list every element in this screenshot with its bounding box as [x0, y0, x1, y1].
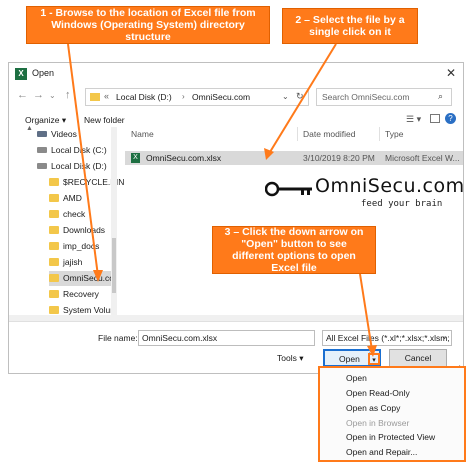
sidebar-item-label: Local Disk (C:) [51, 145, 107, 155]
navigation-pane: Videos Local Disk (C:) Local Disk (D:) $… [9, 127, 124, 320]
menu-item-open-protected-view[interactable]: Open in Protected View [346, 432, 435, 442]
help-icon[interactable]: ? [445, 113, 456, 124]
sidebar-item-check[interactable]: check [49, 207, 151, 222]
callout-select: 2 – Select the file by a single click on… [282, 8, 418, 44]
video-icon [37, 131, 47, 137]
logo-name: OmniSecu.com [315, 175, 465, 197]
menu-item-open-and-repair[interactable]: Open and Repair... [346, 447, 417, 457]
sidebar-item-label: OmniSecu.com [63, 273, 111, 283]
column-header-type[interactable]: Type [385, 129, 403, 139]
menu-item-open[interactable]: Open [346, 373, 367, 383]
sidebar-item-recycle-bin[interactable]: $RECYCLE.BIN [49, 175, 151, 190]
logo-tagline: feed your brain [361, 199, 443, 209]
menu-item-open-in-browser[interactable]: Open in Browser [346, 418, 409, 428]
sidebar-item-label: Videos [51, 129, 77, 139]
sidebar-item-videos[interactable]: Videos [37, 127, 139, 142]
folder-icon [49, 226, 59, 234]
sidebar-item-label: check [63, 209, 86, 219]
file-type-filter-value: All Excel Files (*.xl*;*.xlsx;*.xlsm; [326, 333, 450, 343]
dialog-title: Open [32, 68, 55, 78]
sidebar-item-imp-docs[interactable]: imp_docs [49, 239, 151, 254]
open-dialog: X Open ✕ ← → ⌄ ↑ « Local Disk (D:) › Omn… [8, 62, 464, 374]
open-button-label: Open [339, 354, 360, 364]
sidebar-item-local-disk-c[interactable]: Local Disk (C:) [37, 143, 139, 158]
menu-item-open-as-copy[interactable]: Open as Copy [346, 403, 400, 413]
folder-icon [49, 210, 59, 218]
sidebar-item-label: Downloads [63, 225, 106, 235]
table-row[interactable]: X OmniSecu.com.xlsx 3/10/2019 8:20 PM Mi… [125, 151, 463, 165]
drive-icon [37, 147, 47, 153]
file-date: 3/10/2019 8:20 PM [303, 153, 375, 163]
folder-icon [49, 306, 59, 314]
refresh-icon[interactable]: ↻ [296, 91, 304, 102]
dropdown-arrow-icon[interactable]: ⌄ [282, 92, 289, 101]
callout-browse: 1 - Browse to the location of Excel file… [26, 6, 270, 44]
open-options-menu: Open Open Read-Only Open as Copy Open in… [318, 366, 466, 462]
address-prefix: « [104, 91, 110, 101]
divider [9, 321, 463, 322]
title-bar: X Open ✕ [9, 63, 463, 85]
callout-select-text: 2 – Select the file by a single click on… [295, 14, 405, 38]
search-input[interactable]: Search OmniSecu.com ⌕ [316, 88, 452, 106]
file-name-input[interactable]: OmniSecu.com.xlsx [138, 330, 315, 346]
column-divider [297, 127, 298, 141]
chevron-down-icon[interactable]: ⌄ [49, 91, 56, 100]
folder-icon [49, 258, 59, 266]
folder-icon [49, 194, 59, 202]
file-name: OmniSecu.com.xlsx [146, 153, 222, 163]
breadcrumb-omnisecu[interactable]: OmniSecu.com [192, 92, 250, 102]
preview-pane-icon[interactable] [430, 114, 440, 123]
sidebar-scrollbar-thumb[interactable] [112, 238, 116, 293]
file-name-value: OmniSecu.com.xlsx [142, 333, 218, 343]
sidebar-item-label: AMD [63, 193, 82, 203]
excel-file-icon: X [131, 153, 140, 163]
folder-icon [49, 274, 59, 282]
folder-icon [49, 178, 59, 186]
column-header-date[interactable]: Date modified [303, 129, 355, 139]
address-bar[interactable]: « Local Disk (D:) › OmniSecu.com ⌄ ↻ [85, 88, 309, 106]
folder-icon [49, 242, 59, 250]
breadcrumb-separator: › [182, 92, 185, 101]
callout-browse-text: 1 - Browse to the location of Excel file… [40, 7, 256, 43]
sidebar-item-label: Local Disk (D:) [51, 161, 107, 171]
cancel-button[interactable]: Cancel [389, 349, 447, 367]
sidebar-item-amd[interactable]: AMD [49, 191, 151, 206]
up-arrow-icon[interactable]: ↑ [65, 89, 71, 101]
tools-button[interactable]: Tools ▾ [277, 353, 303, 364]
sidebar-item-label: jajish [63, 257, 83, 267]
file-type-filter[interactable]: All Excel Files (*.xl*;*.xlsx;*.xlsm; [322, 330, 452, 346]
search-placeholder: Search OmniSecu.com [322, 92, 410, 102]
forward-arrow-icon[interactable]: → [33, 89, 44, 101]
sidebar-item-downloads[interactable]: Downloads [49, 223, 151, 238]
open-dropdown-arrow[interactable]: ▾ [368, 353, 380, 365]
sidebar-item-recovery[interactable]: Recovery [49, 287, 151, 302]
folder-icon [90, 93, 100, 101]
file-type: Microsoft Excel W... [385, 153, 460, 163]
file-name-label: File name: [98, 333, 138, 343]
sidebar-item-label: System Volume [63, 305, 111, 315]
filter-dropdown-icon[interactable]: ⌄ [441, 332, 448, 341]
excel-icon: X [15, 68, 27, 80]
close-icon[interactable]: ✕ [446, 66, 456, 80]
view-options-icon[interactable]: ☰ ▾ [406, 114, 421, 125]
sidebar-item-jajish[interactable]: jajish [49, 255, 151, 270]
column-header-name[interactable]: Name [131, 129, 154, 139]
cancel-button-label: Cancel [404, 353, 432, 363]
breadcrumb-local-disk-d[interactable]: Local Disk (D:) [116, 92, 172, 102]
callout-dropdown: 3 – Click the down arrow on "Open" butto… [212, 226, 376, 274]
sidebar-item-local-disk-d[interactable]: Local Disk (D:) [37, 159, 139, 174]
drive-icon [37, 163, 47, 169]
new-folder-button[interactable]: New folder [84, 115, 125, 125]
callout-dropdown-text: 3 – Click the down arrow on "Open" butto… [224, 226, 364, 274]
omnisecu-logo: OmniSecu.com feed your brain [265, 175, 464, 211]
sidebar-item-label: Recovery [63, 289, 99, 299]
back-arrow-icon[interactable]: ← [17, 89, 28, 101]
menu-item-open-read-only[interactable]: Open Read-Only [346, 388, 410, 398]
search-icon[interactable]: ⌕ [438, 91, 443, 102]
sidebar-item-label: imp_docs [63, 241, 100, 251]
key-icon [265, 181, 312, 197]
folder-icon [49, 290, 59, 298]
column-divider [379, 127, 380, 141]
sidebar-item-omnisecu[interactable]: OmniSecu.com [49, 271, 111, 286]
